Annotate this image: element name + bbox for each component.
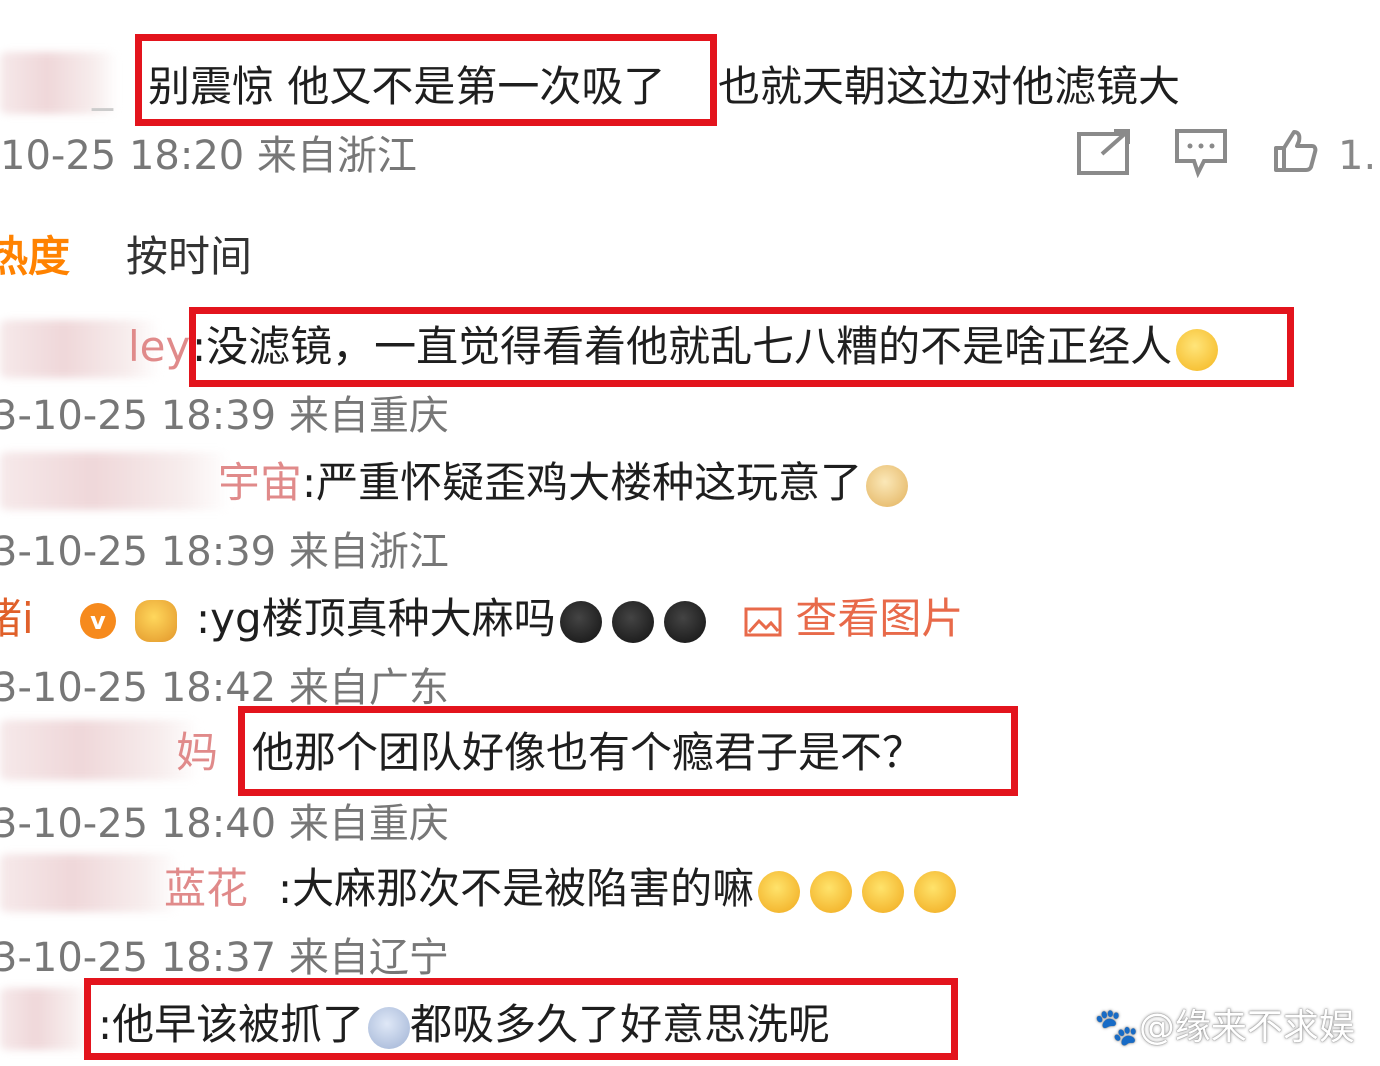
crying-emoji-icon (663, 600, 706, 643)
comment-meta: 3-10-25 18:42 来自广东 (0, 665, 449, 711)
comment-text: :严重怀疑歪鸡大楼种这玩意了 (302, 458, 909, 508)
comment-meta: 3-10-25 18:40 来自重庆 (0, 801, 449, 847)
sobbing-emoji-icon (862, 870, 905, 913)
sobbing-emoji-icon (758, 870, 801, 913)
comment-author-fragment[interactable]: ley (128, 322, 190, 372)
comment-badges: v (80, 600, 178, 642)
verified-v-icon: v (80, 603, 116, 639)
post-text-rest: 也就天朝这边对他滤镜大 (718, 62, 1181, 111)
crying-emoji-icon (611, 600, 654, 643)
comment-meta: 3-10-25 18:39 来自浙江 (0, 529, 449, 575)
comment-author-fragment[interactable]: 宇宙 (218, 458, 302, 508)
sobbing-emoji-icon (914, 870, 957, 913)
share-icon[interactable] (1076, 128, 1134, 180)
tab-hot[interactable]: 热度 (0, 232, 70, 282)
highlight-box-post (135, 34, 717, 126)
highlight-box-comment-6 (84, 978, 958, 1060)
crown-badge-icon (135, 600, 178, 642)
like-icon[interactable] (1272, 128, 1318, 178)
highlight-box-comment-4 (238, 706, 1018, 796)
view-image-label: 查看图片 (795, 594, 964, 643)
comment-text-body: :严重怀疑歪鸡大楼种这玩意了 (302, 458, 863, 507)
comment-meta: 3-10-25 18:39 来自重庆 (0, 393, 449, 439)
like-count: 1. (1338, 133, 1377, 179)
watermark: 🐾@缘来不求娱 (1094, 998, 1355, 1050)
tab-by-time[interactable]: 按时间 (126, 232, 252, 282)
paw-icon: 🐾 (1094, 1007, 1139, 1048)
comment-author-fragment[interactable]: 蓝花 (164, 864, 248, 914)
crying-emoji-icon (559, 600, 602, 643)
comment-text: :yg楼顶真种大麻吗 (196, 594, 706, 644)
sobbing-emoji-icon (810, 870, 853, 913)
highlight-box-comment-1 (189, 307, 1294, 387)
comment-author-fragment[interactable]: 猪i (0, 594, 34, 644)
dog-emoji-icon (866, 464, 909, 507)
post-author-fragment[interactable]: _ (92, 62, 113, 112)
image-icon (744, 607, 782, 636)
comment-author-fragment[interactable]: 妈 (176, 728, 218, 778)
post-meta: 10-25 18:20 来自浙江 (0, 133, 417, 179)
comment-meta: 3-10-25 18:37 来自辽宁 (0, 935, 449, 981)
comment-icon[interactable] (1174, 128, 1228, 182)
view-image-link[interactable]: 查看图片 (744, 594, 963, 644)
comment-text-body: :大麻那次不是被陷害的嘛 (278, 864, 755, 913)
watermark-text: @缘来不求娱 (1138, 1007, 1355, 1048)
comment-text-body: :yg楼顶真种大麻吗 (196, 594, 556, 643)
comment-text: :大麻那次不是被陷害的嘛 (278, 864, 957, 914)
